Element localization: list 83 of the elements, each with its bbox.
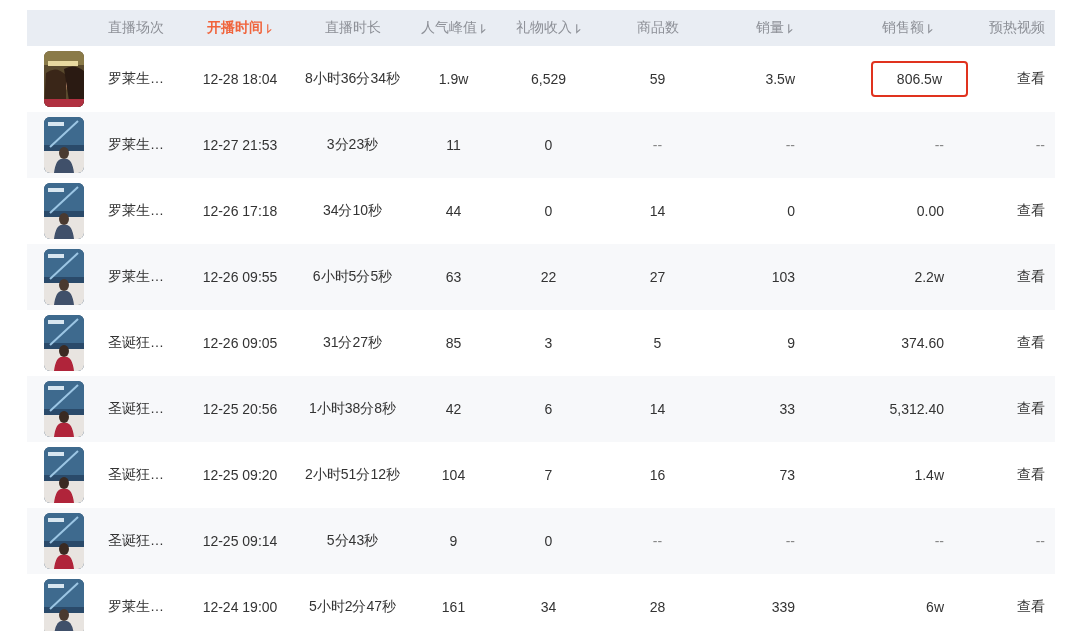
start-time: 12-27 21:53 <box>202 137 278 153</box>
peak-viewers: 11 <box>446 137 461 153</box>
peak-viewers: 1.9w <box>438 71 469 87</box>
product-count: 59 <box>649 71 666 87</box>
start-time: 12-25 20:56 <box>202 401 278 417</box>
sales-volume: 339 <box>771 599 795 615</box>
product-count: 5 <box>653 335 662 351</box>
session-title: 罗莱生… <box>108 202 164 220</box>
duration: 6小时5分5秒 <box>312 268 393 286</box>
product-count: 14 <box>649 401 666 417</box>
sales-volume: -- <box>785 137 795 153</box>
product-count: -- <box>652 137 663 153</box>
session-title: 罗莱生… <box>108 70 164 88</box>
sales-volume: 103 <box>771 269 795 285</box>
session-title: 圣诞狂… <box>108 532 164 550</box>
start-time: 12-25 09:14 <box>202 533 278 549</box>
duration: 1小时38分8秒 <box>308 400 397 418</box>
sales-amount: -- <box>934 533 944 549</box>
start-time: 12-26 09:55 <box>202 269 278 285</box>
product-count: -- <box>652 533 663 549</box>
duration: 3分23秒 <box>326 136 379 154</box>
gift-income: 34 <box>540 599 557 615</box>
sales-volume: 9 <box>787 335 795 351</box>
peak-viewers: 63 <box>445 269 462 285</box>
gift-income: 0 <box>544 533 553 549</box>
sales-volume: -- <box>785 533 795 549</box>
start-time: 12-26 09:05 <box>202 335 278 351</box>
sales-amount: 0.00 <box>916 203 944 219</box>
sales-amount: -- <box>934 137 944 153</box>
column-header: 直播时长 <box>324 19 381 37</box>
gift-income: 3 <box>544 335 553 351</box>
duration: 5分43秒 <box>326 532 379 550</box>
peak-viewers: 42 <box>445 401 462 417</box>
gift-income: 6 <box>544 401 553 417</box>
sales-amount: 374.60 <box>901 335 944 351</box>
sales-volume: 0 <box>787 203 795 219</box>
duration: 8小时36分34秒 <box>305 70 400 88</box>
gift-income: 22 <box>540 269 557 285</box>
session-title: 圣诞狂… <box>108 400 164 418</box>
peak-viewers: 104 <box>441 467 466 483</box>
preview-link[interactable]: 查看 <box>1017 334 1045 352</box>
duration: 34分10秒 <box>322 202 383 220</box>
session-title: 罗莱生… <box>108 268 164 286</box>
session-title: 圣诞狂… <box>108 334 164 352</box>
peak-viewers: 161 <box>441 599 466 615</box>
preview-link[interactable]: 查看 <box>1017 70 1045 88</box>
start-time: 12-25 09:20 <box>202 467 278 483</box>
sales-amount: 5,312.40 <box>889 401 944 417</box>
column-header: 预热视频 <box>989 19 1045 37</box>
preview-link[interactable]: 查看 <box>1017 268 1045 286</box>
duration: 2小时51分12秒 <box>305 466 400 484</box>
peak-viewers: 44 <box>445 203 462 219</box>
session-title: 罗莱生… <box>108 598 164 616</box>
sales-amount: 806.5w <box>870 61 968 97</box>
duration: 5小时2分47秒 <box>308 598 397 616</box>
column-header: 商品数 <box>636 19 679 37</box>
preview-link[interactable]: 查看 <box>1017 598 1045 616</box>
sales-amount: 2.2w <box>914 269 944 285</box>
sales-volume: 73 <box>779 467 795 483</box>
start-time: 12-26 17:18 <box>202 203 278 219</box>
gift-income: 0 <box>544 203 553 219</box>
product-count: 28 <box>649 599 666 615</box>
sales-volume: 33 <box>779 401 795 417</box>
sales-amount: 6w <box>926 599 944 615</box>
product-count: 16 <box>649 467 666 483</box>
sales-amount: 1.4w <box>914 467 944 483</box>
preview-link[interactable]: 查看 <box>1017 202 1045 220</box>
peak-viewers: 85 <box>445 335 462 351</box>
column-header: 直播场次 <box>108 19 164 37</box>
preview-link[interactable]: 查看 <box>1017 400 1045 418</box>
product-count: 14 <box>649 203 666 219</box>
session-title: 罗莱生… <box>108 136 164 154</box>
sales-volume: 3.5w <box>765 71 795 87</box>
peak-viewers: 9 <box>449 533 458 549</box>
product-count: 27 <box>649 269 666 285</box>
gift-income: 6,529 <box>530 71 566 87</box>
start-time: 12-24 19:00 <box>202 599 278 615</box>
session-title: 圣诞狂… <box>108 466 164 484</box>
gift-income: 0 <box>544 137 553 153</box>
preview-link[interactable]: 查看 <box>1017 466 1045 484</box>
start-time: 12-28 18:04 <box>202 71 278 87</box>
gift-income: 7 <box>544 467 553 483</box>
duration: 31分27秒 <box>322 334 383 352</box>
